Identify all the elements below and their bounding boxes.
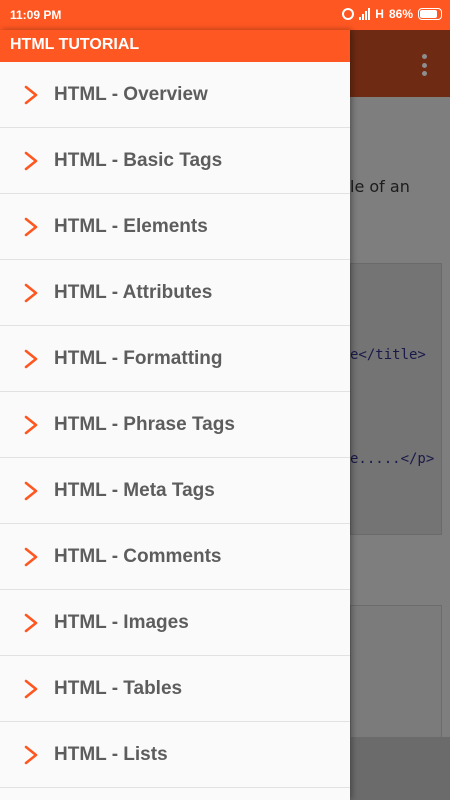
chevron-right-icon (24, 85, 38, 105)
chevron-right-icon (24, 349, 38, 369)
drawer-item-label: HTML - Elements (54, 215, 208, 237)
background-text: le of an (350, 177, 410, 196)
background-code-box (350, 263, 442, 535)
drawer-item-basic-tags[interactable]: HTML - Basic Tags (0, 128, 350, 194)
drawer-item-label: HTML - Overview (54, 83, 208, 105)
drawer-item-label: HTML - Basic Tags (54, 149, 223, 171)
chevron-right-icon (24, 745, 38, 765)
drawer-item-formatting[interactable]: HTML - Formatting (0, 326, 350, 392)
status-time: 11:09 PM (10, 8, 62, 22)
chevron-right-icon (24, 481, 38, 501)
network-type: H (375, 7, 384, 21)
drawer-item-label: HTML - Attributes (54, 281, 213, 303)
drawer-item-comments[interactable]: HTML - Comments (0, 524, 350, 590)
chevron-right-icon (24, 217, 38, 237)
chevron-right-icon (24, 679, 38, 699)
drawer-item-images[interactable]: HTML - Images (0, 590, 350, 656)
alarm-icon (342, 8, 355, 20)
drawer-item-tables[interactable]: HTML - Tables (0, 656, 350, 722)
background-code-box (350, 605, 442, 757)
drawer-title: HTML TUTORIAL (0, 30, 350, 62)
drawer-item-label: HTML - Images (54, 611, 189, 633)
drawer-item-label: HTML - Tables (54, 677, 183, 699)
signal-icon (359, 8, 371, 20)
drawer-item-phrase-tags[interactable]: HTML - Phrase Tags (0, 392, 350, 458)
chevron-right-icon (24, 613, 38, 633)
chevron-right-icon (24, 547, 38, 567)
chevron-right-icon (24, 283, 38, 303)
battery-fill (420, 10, 438, 18)
drawer-item-label: HTML - Formatting (54, 347, 223, 369)
app-screen: le of an e</title> e.....</p> 11:09 PM H… (0, 0, 450, 800)
drawer-item-meta-tags[interactable]: HTML - Meta Tags (0, 458, 350, 524)
battery-percent: 86% (388, 7, 413, 21)
status-bar: 11:09 PM H 86% (0, 0, 450, 30)
more-vert-icon (422, 54, 428, 76)
drawer-item-lists[interactable]: HTML - Lists (0, 722, 350, 788)
drawer-item-label: HTML - Comments (54, 545, 222, 567)
drawer-item-elements[interactable]: HTML - Elements (0, 194, 350, 260)
drawer-item-attributes[interactable]: HTML - Attributes (0, 260, 350, 326)
background-code-line: e.....</p> (350, 451, 435, 467)
status-icons: H 86% (342, 7, 442, 21)
battery-icon (418, 8, 442, 20)
background-panel (350, 737, 450, 800)
chevron-right-icon (24, 415, 38, 435)
drawer-list: HTML - Overview HTML - Basic Tags HTML -… (0, 62, 350, 788)
chevron-right-icon (24, 151, 38, 171)
drawer-item-label: HTML - Lists (54, 743, 168, 765)
drawer-item-label: HTML - Meta Tags (54, 479, 215, 501)
drawer-item-label: HTML - Phrase Tags (54, 413, 235, 435)
navigation-drawer: HTML TUTORIAL HTML - Overview HTML - Bas… (0, 30, 350, 800)
background-code-line: e</title> (350, 347, 426, 363)
drawer-item-overview[interactable]: HTML - Overview (0, 62, 350, 128)
